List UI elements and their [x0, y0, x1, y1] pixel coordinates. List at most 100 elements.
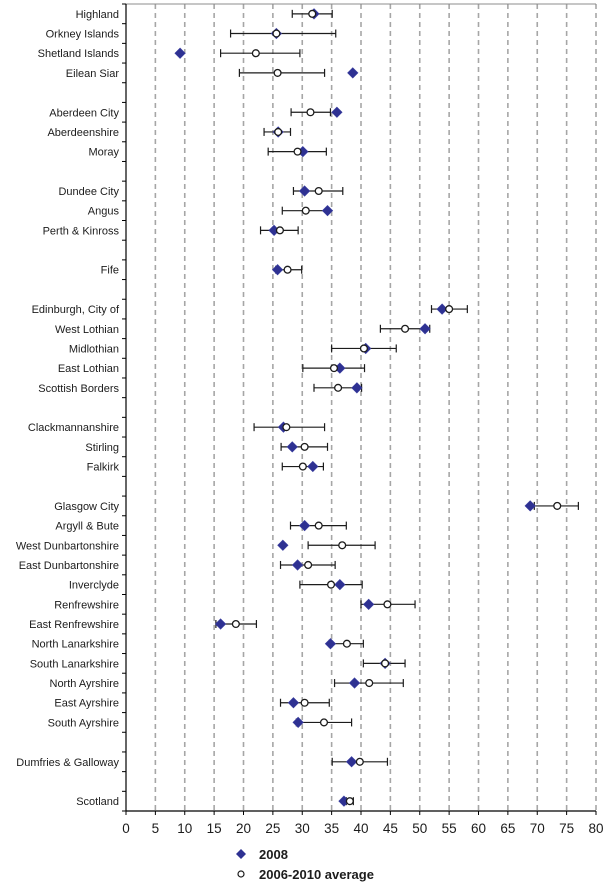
category-label: Orkney Islands [46, 29, 120, 41]
category-label: Highland [76, 9, 119, 21]
category-label: Inverclyde [69, 580, 119, 592]
x-tick-label: 50 [412, 821, 427, 836]
x-tick-label: 35 [324, 821, 339, 836]
category-label: West Lothian [55, 324, 119, 336]
point-2008 [298, 519, 311, 532]
point-2008 [277, 539, 289, 551]
legend: 2008 2006-2010 average [236, 847, 374, 882]
point-average [314, 521, 323, 530]
legend-diamond-marker [236, 849, 246, 859]
category-labels: Highland Orkney Islands Shetland Islands Ei… [16, 9, 120, 808]
point-2008 [334, 579, 346, 591]
point-average [308, 9, 317, 18]
point-2008 [331, 106, 343, 118]
point-average [301, 206, 310, 215]
point-average [282, 423, 291, 432]
legend-circle-marker [237, 870, 245, 878]
category-label: Dumfries & Galloway [16, 757, 119, 769]
point-average [383, 600, 392, 609]
category-label: Glasgow City [54, 501, 119, 513]
x-tick-label: 40 [353, 821, 368, 836]
category-label: Dundee City [58, 186, 119, 198]
category-label: Aberdeen City [49, 107, 119, 119]
series-2008 [174, 8, 536, 807]
point-average [365, 679, 374, 688]
point-2008 [345, 756, 358, 768]
legend-item-average: 2006-2010 average [237, 867, 374, 882]
point-2008 [287, 697, 300, 709]
category-label: Fife [101, 265, 119, 277]
point-average [381, 659, 390, 668]
x-tick-label: 10 [177, 821, 192, 836]
point-average [329, 364, 339, 373]
point-average [272, 29, 281, 38]
category-label: East Renfrewshire [29, 619, 119, 631]
point-average [355, 757, 364, 766]
category-label: North Ayrshire [50, 678, 120, 690]
category-label: East Lothian [58, 363, 119, 375]
legend-item-2008: 2008 [236, 847, 288, 862]
point-average [553, 501, 562, 510]
error-bars [215, 9, 579, 806]
category-label: North Lanarkshire [32, 639, 119, 651]
category-label: Perth & Kinross [43, 225, 120, 237]
point-average [345, 797, 354, 806]
point-average [319, 718, 329, 727]
point-average [338, 541, 347, 550]
point-2008 [291, 559, 304, 571]
category-label: Clackmannanshire [28, 422, 119, 434]
category-label: Eilean Siar [66, 68, 120, 80]
category-label: Moray [88, 147, 119, 159]
point-2008 [419, 323, 431, 335]
point-average [274, 127, 283, 136]
point-average [326, 580, 336, 589]
x-tick-label: 80 [588, 821, 603, 836]
category-label: South Ayrshire [48, 717, 119, 729]
gridlines [154, 4, 597, 811]
category-label: East Dunbartonshire [19, 560, 119, 572]
point-average [293, 147, 302, 156]
point-average [304, 560, 313, 570]
x-tick-label: 65 [500, 821, 515, 836]
x-tick-label: 75 [559, 821, 574, 836]
category-label: Renfrewshire [54, 599, 119, 611]
point-2008 [363, 598, 375, 610]
point-average [306, 108, 315, 117]
category-label: Scotland [76, 796, 119, 808]
point-average [401, 324, 410, 333]
category-label: Argyll & Bute [55, 521, 119, 533]
x-tick-label: 45 [383, 821, 398, 836]
point-2008 [214, 618, 227, 630]
point-2008 [298, 185, 311, 197]
point-average [300, 698, 309, 707]
point-2008 [347, 67, 359, 79]
point-2008 [307, 460, 319, 473]
point-2008 [324, 638, 337, 650]
point-average [314, 186, 323, 196]
x-tick-label: 70 [530, 821, 545, 836]
point-average [359, 344, 368, 353]
category-label: Stirling [85, 442, 119, 454]
category-label: Falkirk [87, 462, 120, 474]
point-average [283, 265, 292, 274]
point-average [231, 619, 240, 629]
x-tick-label: 20 [236, 821, 251, 836]
legend-label-2008: 2008 [259, 847, 288, 862]
point-average [298, 462, 307, 471]
x-axis-ticks: 0 5 10 15 20 25 30 35 40 45 50 55 60 65 70 75 80 [122, 811, 604, 836]
category-label: Shetland Islands [38, 48, 120, 60]
x-tick-label: 0 [122, 821, 130, 836]
x-tick-label: 15 [207, 821, 222, 836]
category-label: Angus [88, 206, 120, 218]
point-2008 [348, 677, 361, 689]
category-label: Midlothian [69, 343, 119, 355]
point-average [300, 442, 309, 451]
x-tick-label: 60 [471, 821, 486, 836]
x-tick-label: 25 [265, 821, 280, 836]
point-2008 [286, 441, 298, 453]
x-tick-label: 55 [442, 821, 457, 836]
category-label: East Ayrshire [54, 698, 119, 710]
x-tick-label: 30 [295, 821, 310, 836]
legend-label-average: 2006-2010 average [259, 867, 374, 882]
chart: 0 5 10 15 20 25 30 35 40 45 50 55 60 65 70 75 80 Highlan… [16, 3, 604, 882]
